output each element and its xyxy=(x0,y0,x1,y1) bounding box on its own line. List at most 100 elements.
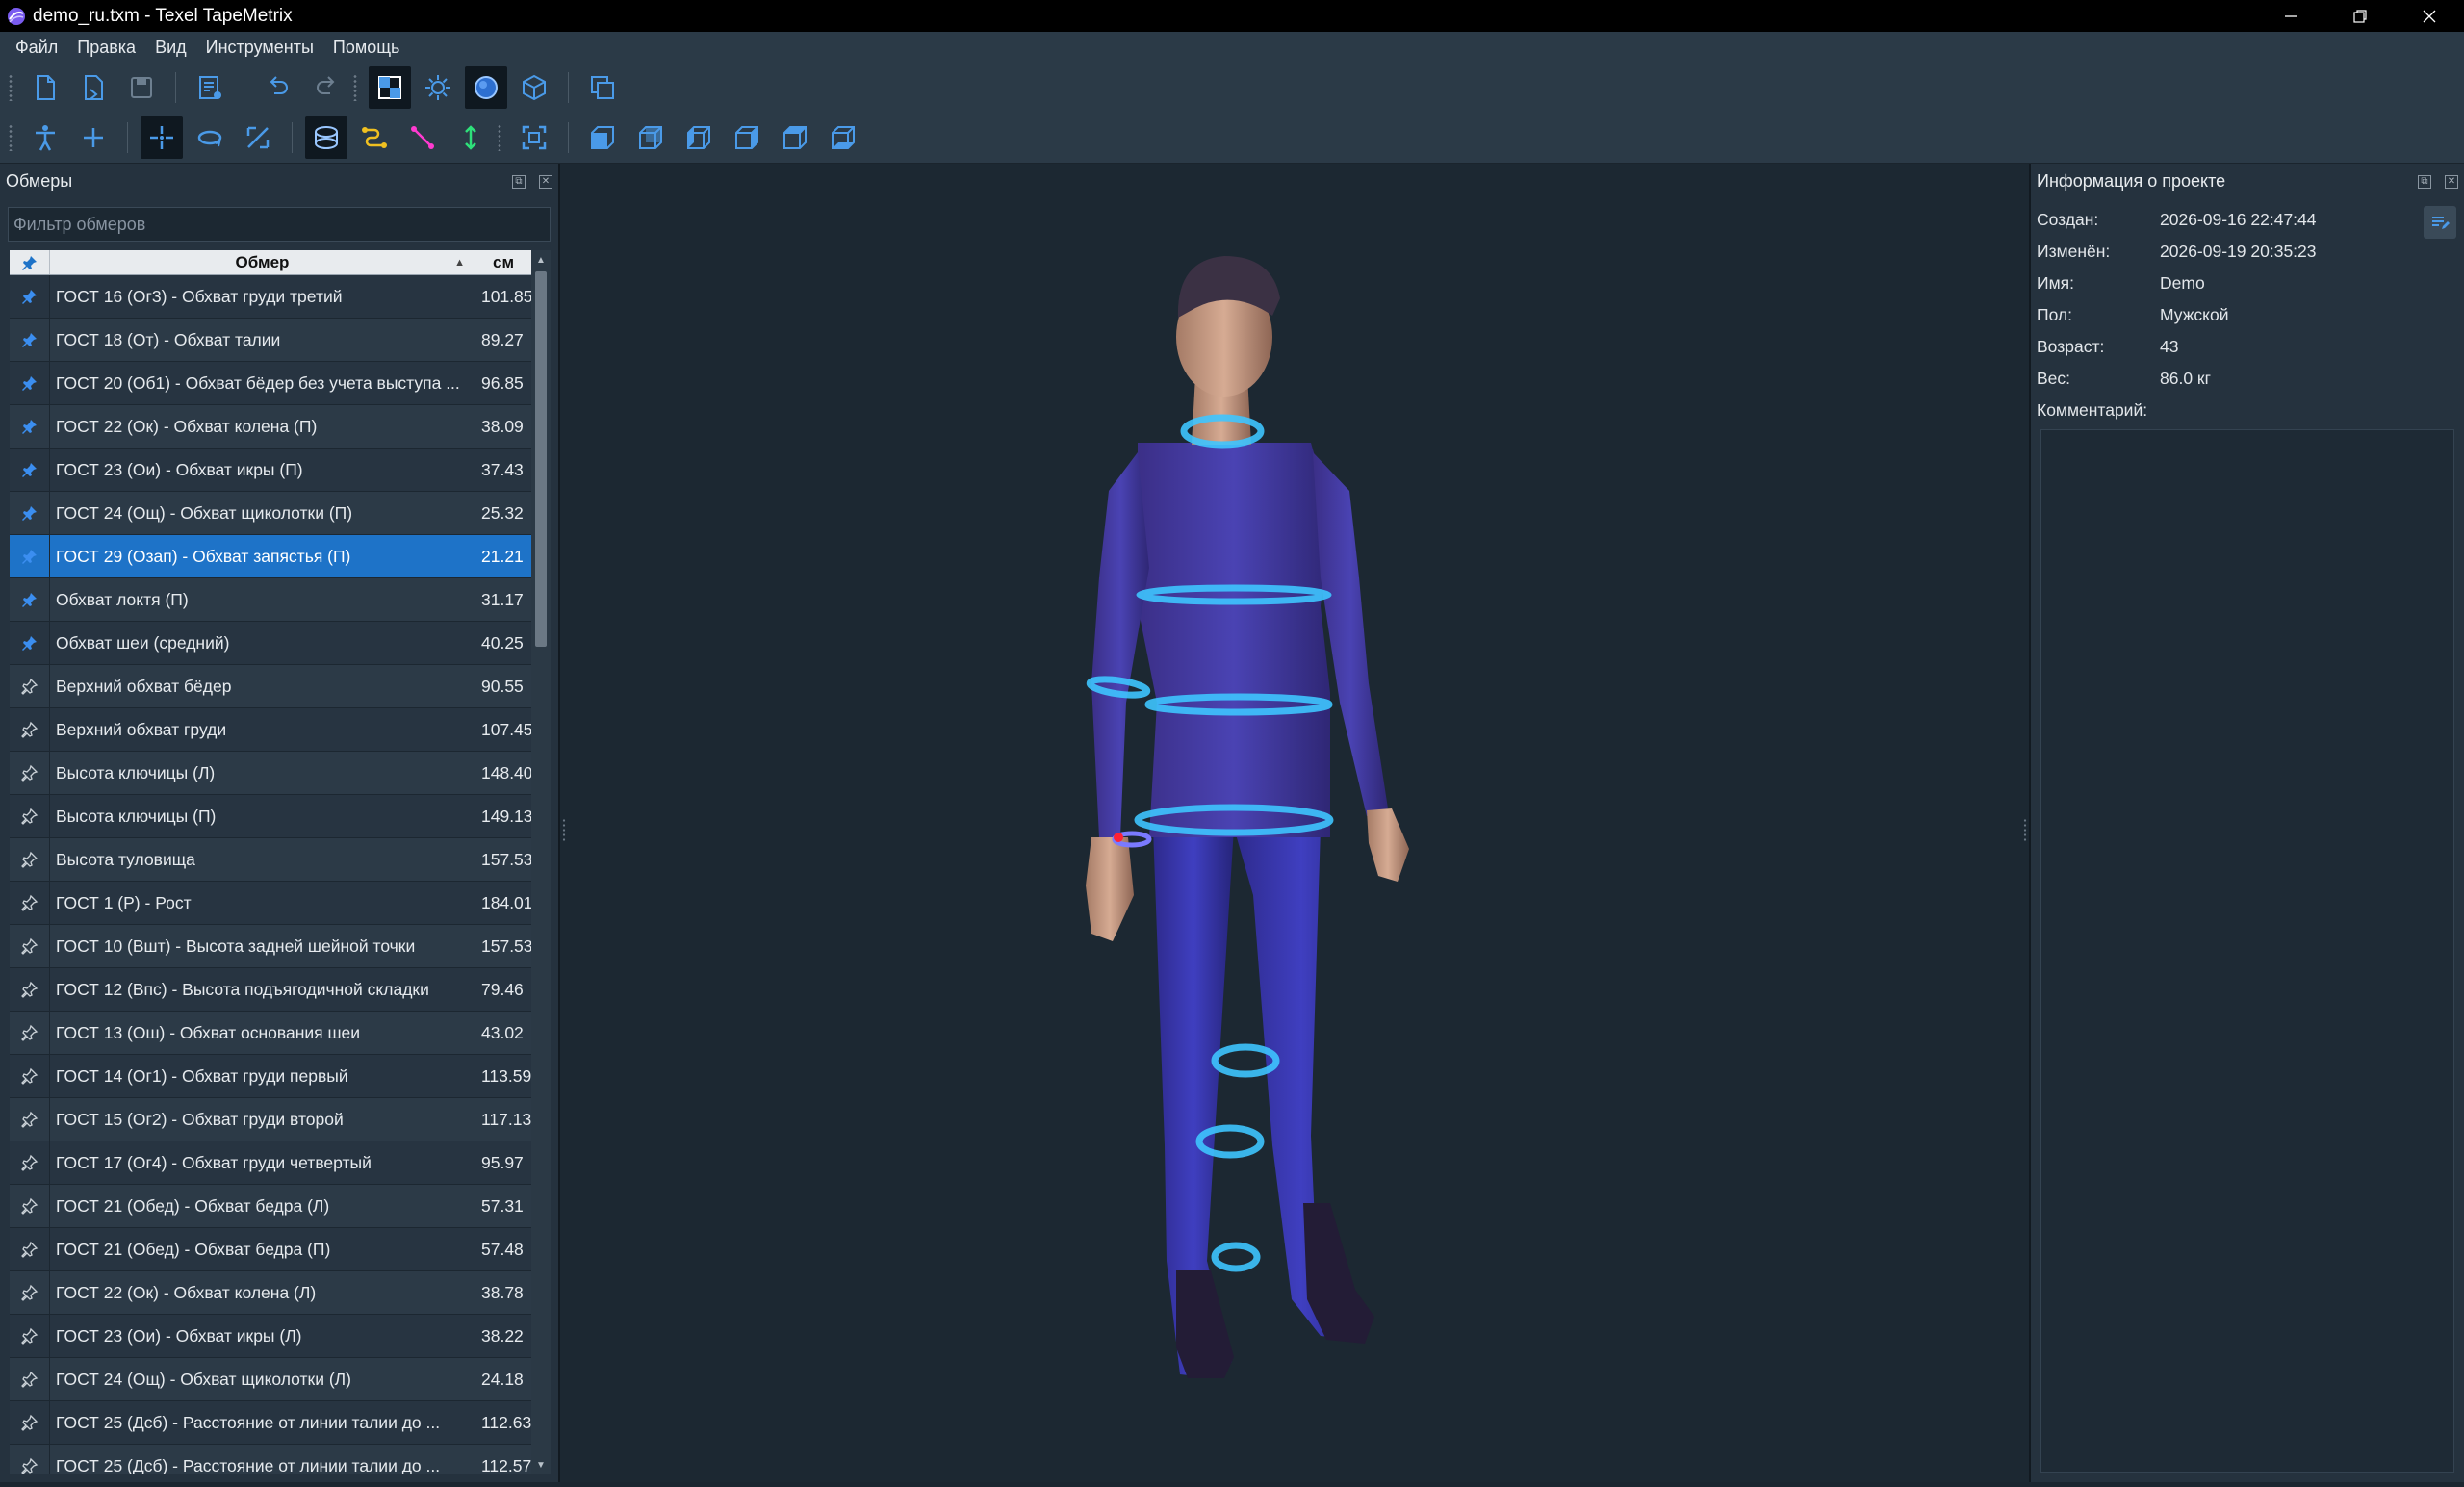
table-row[interactable]: Высота ключицы (П) 149.13 xyxy=(10,795,551,838)
lighting-button[interactable] xyxy=(417,66,459,109)
3d-viewport[interactable] xyxy=(558,164,2031,1482)
toolbar-grip[interactable] xyxy=(8,124,13,151)
right-splitter-handle[interactable] xyxy=(2023,818,2027,841)
pin-outline-icon[interactable] xyxy=(10,795,50,837)
table-row[interactable]: Верхний обхват бёдер 90.55 xyxy=(10,665,551,708)
pin-filled-icon[interactable] xyxy=(10,362,50,404)
toolbar-grip[interactable] xyxy=(8,74,13,101)
table-row[interactable]: ГОСТ 24 (Ощ) - Обхват щиколотки (Л) 24.18 xyxy=(10,1358,551,1401)
table-row[interactable]: ГОСТ 22 (Ок) - Обхват колена (Л) 38.78 xyxy=(10,1271,551,1315)
move-button[interactable] xyxy=(141,116,183,159)
body-landmarks-button[interactable] xyxy=(24,116,66,159)
rotate-button[interactable] xyxy=(189,116,231,159)
table-row[interactable]: Обхват локтя (П) 31.17 xyxy=(10,578,551,622)
view-bottom-button[interactable] xyxy=(822,116,864,159)
table-row[interactable]: ГОСТ 20 (Об1) - Обхват бёдер без учета в… xyxy=(10,362,551,405)
pin-outline-icon[interactable] xyxy=(10,925,50,967)
compare-button[interactable] xyxy=(581,66,624,109)
pin-outline-icon[interactable] xyxy=(10,1445,50,1474)
table-row[interactable]: ГОСТ 16 (Ог3) - Обхват груди третий 101.8… xyxy=(10,275,551,319)
toolbar-grip[interactable] xyxy=(497,124,502,151)
table-row[interactable]: ГОСТ 24 (Ощ) - Обхват щиколотки (П) 25.32 xyxy=(10,492,551,535)
pin-outline-icon[interactable] xyxy=(10,1358,50,1400)
table-row[interactable]: ГОСТ 13 (Ош) - Обхват основания шеи 43.02 xyxy=(10,1012,551,1055)
view-front-button[interactable] xyxy=(581,116,624,159)
unit-column-header[interactable]: см xyxy=(475,250,531,274)
table-scrollbar[interactable]: ▲ ▼ xyxy=(531,250,551,1474)
view-right-button[interactable] xyxy=(726,116,768,159)
tape-measure-button[interactable] xyxy=(305,116,347,159)
pin-filled-icon[interactable] xyxy=(10,405,50,448)
undock-button[interactable]: ⧉ xyxy=(512,174,526,189)
pin-outline-icon[interactable] xyxy=(10,1315,50,1357)
redo-button[interactable] xyxy=(305,66,347,109)
table-row[interactable]: ГОСТ 29 (Озап) - Обхват запястья (П) 21.2… xyxy=(10,535,551,578)
restore-button[interactable] xyxy=(2325,0,2395,32)
texture-toggle-button[interactable] xyxy=(369,66,411,109)
pin-column-header[interactable] xyxy=(10,250,50,274)
pin-outline-icon[interactable] xyxy=(10,708,50,751)
pin-outline-icon[interactable] xyxy=(10,1185,50,1227)
shading-button[interactable] xyxy=(465,66,507,109)
table-row[interactable]: Высота туловища 157.53 xyxy=(10,838,551,882)
pin-filled-icon[interactable] xyxy=(10,275,50,318)
pin-filled-icon[interactable] xyxy=(10,319,50,361)
pin-filled-icon[interactable] xyxy=(10,492,50,534)
table-row[interactable]: ГОСТ 17 (Ог4) - Обхват груди четвертый 95… xyxy=(10,1141,551,1185)
menu-edit[interactable]: Правка xyxy=(67,38,145,58)
pin-filled-icon[interactable] xyxy=(10,622,50,664)
add-point-button[interactable] xyxy=(72,116,115,159)
pin-outline-icon[interactable] xyxy=(10,752,50,794)
table-row[interactable]: Высота ключицы (Л) 148.40 xyxy=(10,752,551,795)
height-measure-button[interactable] xyxy=(449,116,492,159)
view-back-button[interactable] xyxy=(629,116,672,159)
table-row[interactable]: ГОСТ 23 (Ои) - Обхват икры (Л) 38.22 xyxy=(10,1315,551,1358)
left-splitter-handle[interactable] xyxy=(562,818,566,841)
table-row[interactable]: ГОСТ 1 (Р) - Рост 184.01 xyxy=(10,882,551,925)
toolbar-grip[interactable] xyxy=(352,74,358,101)
pin-outline-icon[interactable] xyxy=(10,1401,50,1444)
close-button[interactable] xyxy=(2395,0,2464,32)
table-row[interactable]: ГОСТ 22 (Ок) - Обхват колена (П) 38.09 xyxy=(10,405,551,449)
fit-view-button[interactable] xyxy=(513,116,555,159)
scroll-thumb[interactable] xyxy=(535,271,547,647)
menu-file[interactable]: Файл xyxy=(6,38,67,58)
table-row[interactable]: ГОСТ 14 (Ог1) - Обхват груди первый 113.5… xyxy=(10,1055,551,1098)
pin-filled-icon[interactable] xyxy=(10,535,50,577)
table-row[interactable]: ГОСТ 18 (От) - Обхват талии 89.27 xyxy=(10,319,551,362)
undock-button[interactable]: ⧉ xyxy=(2418,174,2431,189)
table-row[interactable]: Обхват шеи (средний) 40.25 xyxy=(10,622,551,665)
edit-project-button[interactable] xyxy=(2424,206,2456,239)
body-scan-model[interactable] xyxy=(560,164,2029,1482)
menu-help[interactable]: Помощь xyxy=(323,38,410,58)
pin-outline-icon[interactable] xyxy=(10,1098,50,1141)
path-measure-button[interactable] xyxy=(353,116,396,159)
minimize-button[interactable] xyxy=(2256,0,2325,32)
table-row[interactable]: ГОСТ 12 (Впс) - Высота подъягодичной скл… xyxy=(10,968,551,1012)
open-file-button[interactable] xyxy=(72,66,115,109)
report-button[interactable] xyxy=(189,66,231,109)
table-row[interactable]: ГОСТ 25 (Дсб) - Расстояние от линии тали… xyxy=(10,1445,551,1474)
save-button[interactable] xyxy=(120,66,163,109)
menu-tools[interactable]: Инструменты xyxy=(196,38,323,58)
pin-outline-icon[interactable] xyxy=(10,968,50,1011)
table-row[interactable]: ГОСТ 21 (Обед) - Обхват бедра (Л) 57.31 xyxy=(10,1185,551,1228)
pin-outline-icon[interactable] xyxy=(10,1055,50,1097)
menu-view[interactable]: Вид xyxy=(145,38,196,58)
panel-close-button[interactable]: ✕ xyxy=(2445,174,2458,189)
name-column-header[interactable]: Обмер ▲ xyxy=(50,250,475,274)
table-row[interactable]: Верхний обхват груди 107.45 xyxy=(10,708,551,752)
scroll-down-icon[interactable]: ▼ xyxy=(531,1455,551,1474)
pin-outline-icon[interactable] xyxy=(10,665,50,707)
table-row[interactable]: ГОСТ 21 (Обед) - Обхват бедра (П) 57.48 xyxy=(10,1228,551,1271)
view-left-button[interactable] xyxy=(678,116,720,159)
table-row[interactable]: ГОСТ 25 (Дсб) - Расстояние от линии тали… xyxy=(10,1401,551,1445)
line-measure-button[interactable] xyxy=(401,116,444,159)
pin-filled-icon[interactable] xyxy=(10,578,50,621)
view-top-button[interactable] xyxy=(774,116,816,159)
new-file-button[interactable] xyxy=(24,66,66,109)
undo-button[interactable] xyxy=(257,66,299,109)
table-row[interactable]: ГОСТ 10 (Вшт) - Высота задней шейной точ… xyxy=(10,925,551,968)
pin-outline-icon[interactable] xyxy=(10,882,50,924)
pin-outline-icon[interactable] xyxy=(10,838,50,881)
